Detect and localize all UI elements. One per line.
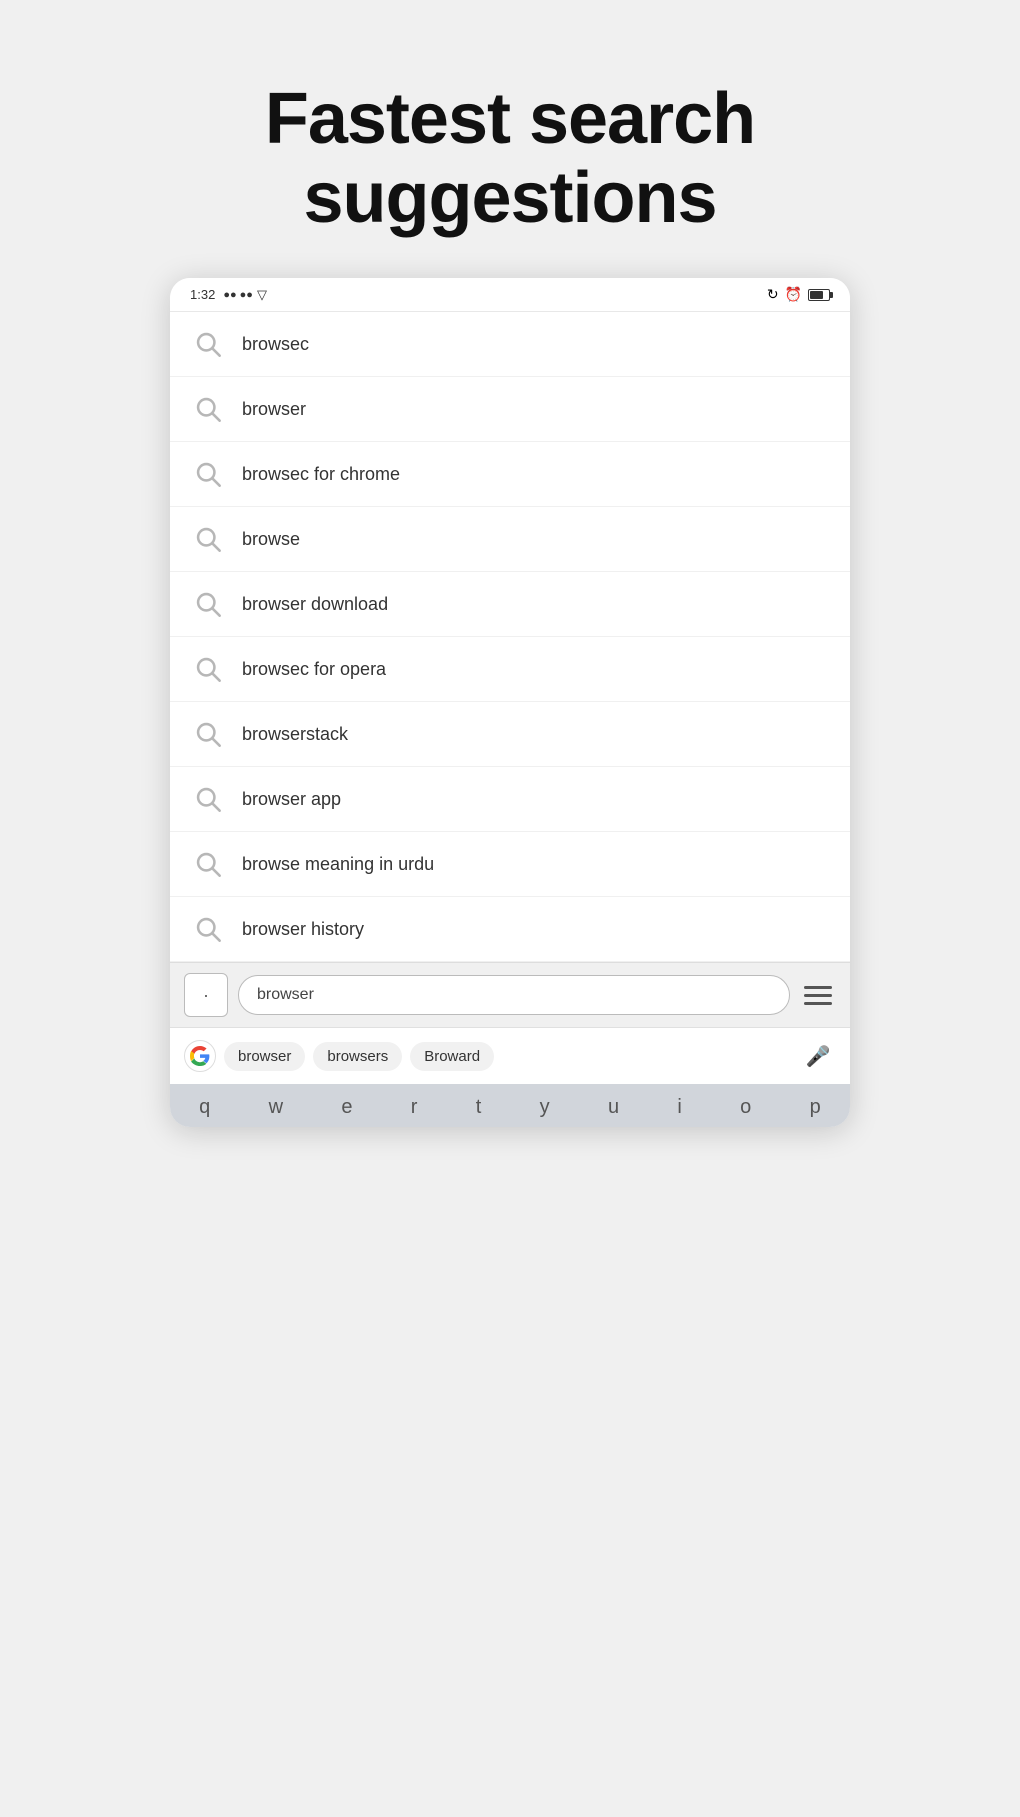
suggestion-item[interactable]: browse: [170, 507, 850, 572]
phone-mockup: 1:32 ●● ●● ▽ ↻ ⏰ browsec browser browsec…: [170, 278, 850, 1127]
search-bar-row: · browser: [170, 962, 850, 1027]
suggestion-item[interactable]: browserstack: [170, 702, 850, 767]
suggestion-text: browser download: [242, 594, 388, 615]
search-icon: [194, 395, 222, 423]
menu-line-3: [804, 1002, 832, 1005]
key-e[interactable]: e: [341, 1096, 352, 1119]
chip-browsers[interactable]: browsers: [313, 1042, 402, 1071]
menu-line-2: [804, 994, 832, 997]
mic-icon: 🎤: [806, 1044, 831, 1069]
key-u[interactable]: u: [608, 1096, 619, 1119]
suggestion-text: browse meaning in urdu: [242, 854, 434, 875]
google-logo: [184, 1040, 216, 1072]
search-input-text: browser: [257, 986, 314, 1004]
search-icon: [194, 525, 222, 553]
time-display: 1:32: [190, 287, 215, 302]
suggestion-item[interactable]: browser history: [170, 897, 850, 962]
menu-line-1: [804, 986, 832, 989]
search-icon: [194, 460, 222, 488]
key-q[interactable]: q: [199, 1096, 210, 1119]
suggestion-text: browsec for opera: [242, 659, 386, 680]
search-icon: [194, 655, 222, 683]
mic-button[interactable]: 🎤: [800, 1038, 836, 1074]
chip-browser[interactable]: browser: [224, 1042, 305, 1071]
alarm-icon: ⏰: [785, 286, 802, 303]
suggestion-text: browserstack: [242, 724, 348, 745]
search-bar-menu-button[interactable]: [800, 977, 836, 1013]
search-icon: [194, 330, 222, 358]
signal-icon: ●● ●●: [223, 289, 253, 301]
key-t[interactable]: t: [476, 1096, 482, 1119]
suggestion-text: browse: [242, 529, 300, 550]
suggestion-text: browser app: [242, 789, 341, 810]
key-y[interactable]: y: [540, 1096, 550, 1119]
rotate-icon: ↻: [767, 286, 779, 303]
search-icon: [194, 785, 222, 813]
suggestion-list: browsec browser browsec for chrome brows…: [170, 312, 850, 962]
status-left: 1:32 ●● ●● ▽: [190, 287, 267, 303]
key-o[interactable]: o: [740, 1096, 751, 1119]
chip-broward[interactable]: Broward: [410, 1042, 494, 1071]
suggestion-item[interactable]: browser download: [170, 572, 850, 637]
key-p[interactable]: p: [810, 1096, 821, 1119]
search-icon: [194, 720, 222, 748]
suggestions-toolbar: browser browsers Broward 🎤: [170, 1027, 850, 1084]
search-icon: [194, 915, 222, 943]
status-bar: 1:32 ●● ●● ▽ ↻ ⏰: [170, 278, 850, 312]
suggestion-item[interactable]: browser app: [170, 767, 850, 832]
battery-icon: [808, 289, 830, 301]
square-label: ·: [203, 985, 209, 1006]
key-i[interactable]: i: [677, 1096, 681, 1119]
google-g-icon: [190, 1046, 210, 1066]
search-icon: [194, 850, 222, 878]
suggestion-item[interactable]: browsec: [170, 312, 850, 377]
key-w[interactable]: w: [269, 1096, 283, 1119]
status-right: ↻ ⏰: [767, 286, 830, 303]
keyboard-row: q w e r t y u i o p: [170, 1084, 850, 1127]
suggestion-text: browsec: [242, 334, 309, 355]
search-icon: [194, 590, 222, 618]
suggestion-text: browsec for chrome: [242, 464, 400, 485]
suggestion-text: browser: [242, 399, 306, 420]
search-bar-input[interactable]: browser: [238, 975, 790, 1015]
suggestion-item[interactable]: browsec for opera: [170, 637, 850, 702]
promo-title: Fastest search suggestions: [120, 80, 900, 238]
search-bar-square-button[interactable]: ·: [184, 973, 228, 1017]
wifi-icon: ▽: [257, 287, 267, 303]
suggestion-item[interactable]: browse meaning in urdu: [170, 832, 850, 897]
suggestion-item[interactable]: browsec for chrome: [170, 442, 850, 507]
key-r[interactable]: r: [411, 1096, 418, 1119]
suggestion-text: browser history: [242, 919, 364, 940]
suggestion-item[interactable]: browser: [170, 377, 850, 442]
promo-section: Fastest search suggestions: [0, 0, 1020, 278]
